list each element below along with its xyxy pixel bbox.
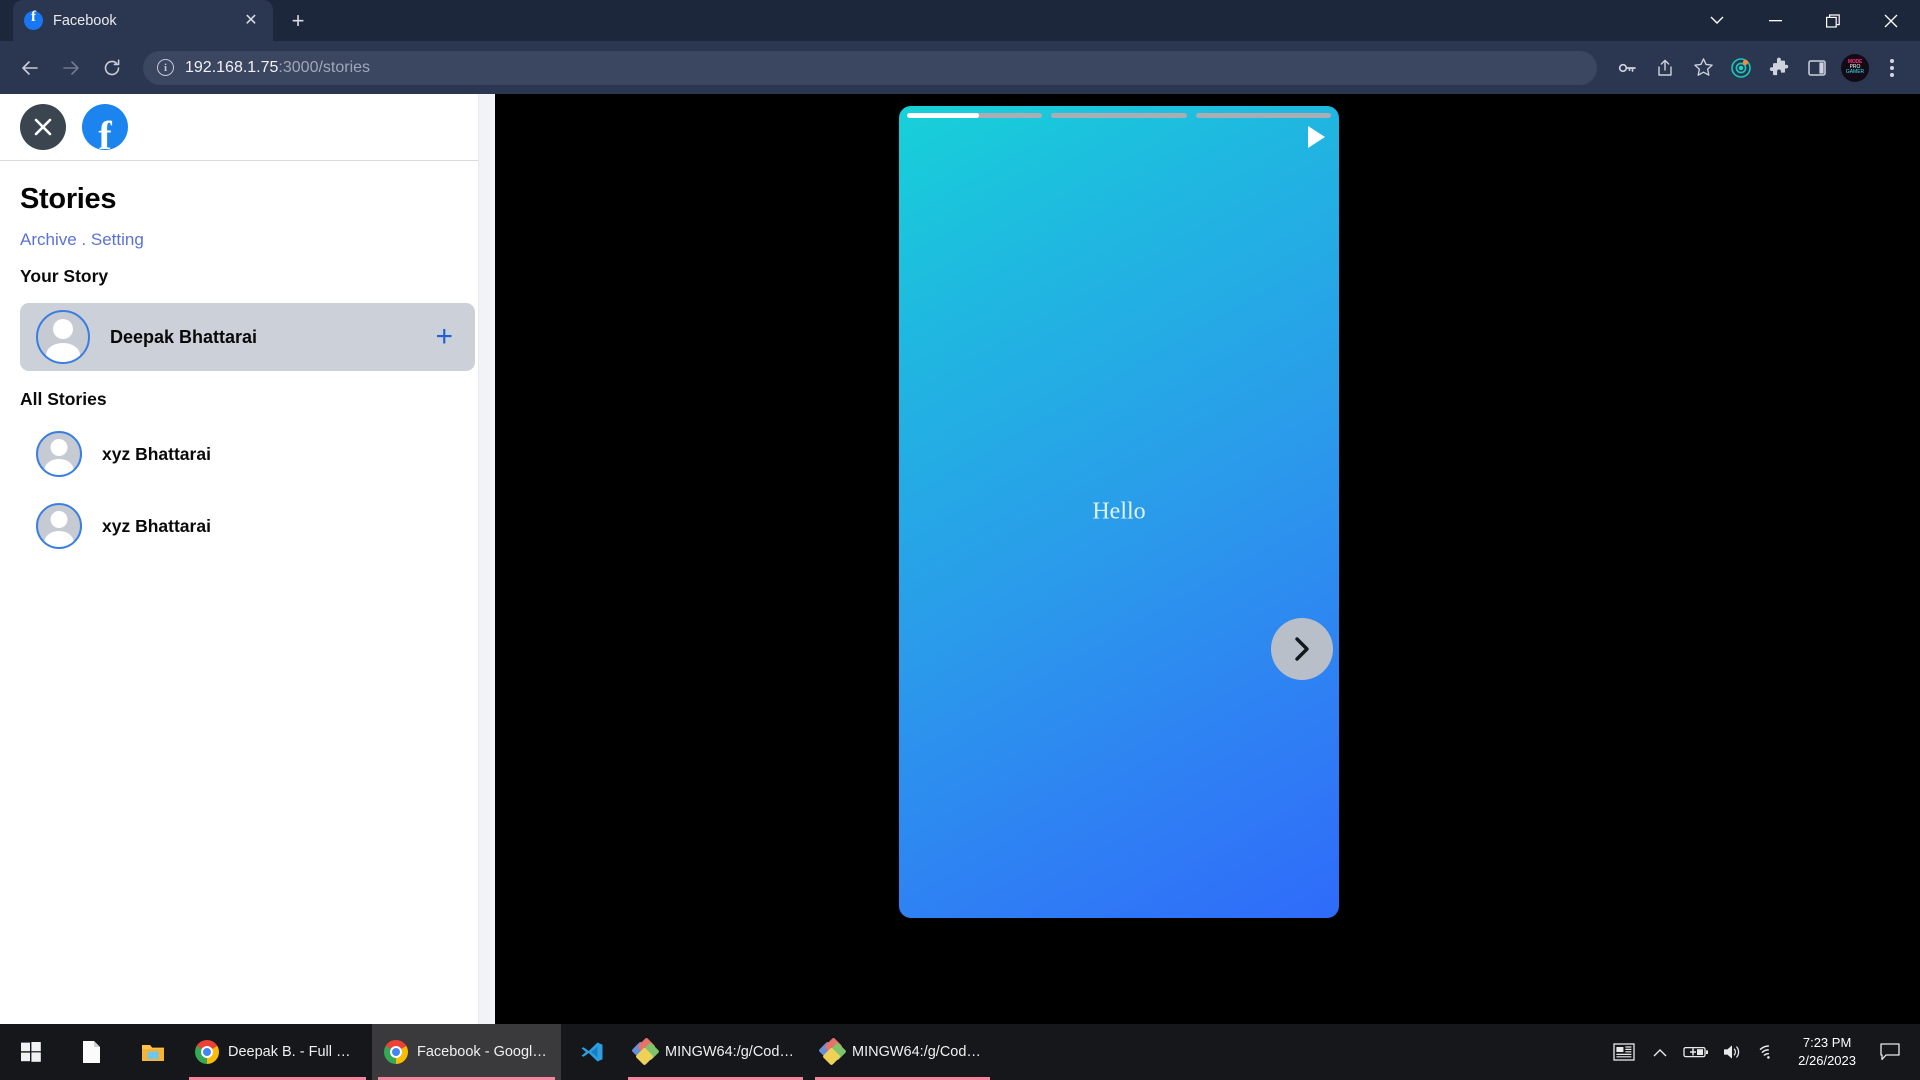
taskbar-items: Deepak B. - Full Sta... Facebook - Googl…: [0, 1024, 996, 1080]
progress-fill: [907, 113, 979, 118]
page-title: Stories: [20, 183, 117, 215]
progress-segment-1[interactable]: [907, 113, 1043, 118]
facebook-logo-icon[interactable]: f: [82, 104, 128, 150]
wifi-icon[interactable]: [1750, 1024, 1786, 1080]
links-separator: .: [76, 230, 91, 249]
add-story-button[interactable]: +: [435, 322, 459, 352]
setting-link[interactable]: Setting: [91, 230, 144, 249]
your-story-heading: Your Story: [20, 266, 109, 286]
chrome-menu-icon[interactable]: [1875, 50, 1909, 86]
taskbar-item-label: Facebook - Google ...: [417, 1044, 549, 1060]
sidebar-links: Archive . Setting: [20, 230, 475, 250]
progress-segment-2[interactable]: [1051, 113, 1187, 118]
url-path: :3000/stories: [278, 58, 371, 76]
share-icon[interactable]: [1647, 50, 1683, 86]
list-item[interactable]: xyz Bhattarai: [20, 498, 475, 554]
facebook-favicon-icon: [24, 9, 43, 30]
url-host: 192.168.1.75: [185, 58, 279, 76]
chrome-icon: [384, 1040, 408, 1064]
show-hidden-icons-chevron-up-icon[interactable]: [1642, 1024, 1678, 1080]
toolbar-icon-group: MODE PRO GAMER: [1609, 50, 1909, 86]
taskbar-item-chrome-facebook[interactable]: Facebook - Google ...: [372, 1024, 561, 1080]
chrome-icon: [195, 1040, 219, 1064]
news-weather-icon[interactable]: [1606, 1024, 1642, 1080]
your-story-card[interactable]: Deepak Bhattarai +: [20, 303, 475, 371]
windows-taskbar: Deepak B. - Full Sta... Facebook - Googl…: [0, 1024, 1920, 1080]
taskbar-item-gitbash-1[interactable]: MINGW64:/g/Codin...: [622, 1024, 809, 1080]
next-story-button[interactable]: [1271, 618, 1333, 680]
sidebar-header: f: [0, 94, 495, 161]
list-item[interactable]: xyz Bhattarai: [20, 426, 475, 482]
taskbar-item-label: MINGW64:/g/Codin...: [665, 1044, 797, 1060]
page-content: f Stories Archive . Setting Your Story D…: [0, 94, 1920, 1024]
taskbar-spacer: [996, 1024, 1606, 1080]
stories-sidebar: f Stories Archive . Setting Your Story D…: [0, 94, 495, 1024]
target-extension-icon[interactable]: [1723, 50, 1759, 86]
profile-avatar-icon[interactable]: MODE PRO GAMER: [1837, 50, 1873, 86]
avatar: [36, 431, 82, 477]
address-bar[interactable]: i 192.168.1.75:3000/stories: [143, 50, 1597, 85]
story-author-name: xyz Bhattarai: [102, 443, 211, 464]
tab-close-icon[interactable]: ✕: [240, 10, 262, 32]
start-button[interactable]: [0, 1024, 61, 1080]
all-stories-heading: All Stories: [20, 389, 107, 409]
browser-tab-facebook[interactable]: Facebook ✕: [13, 0, 273, 41]
window-close-button[interactable]: [1862, 0, 1920, 41]
profile-avatar-badge: MODE PRO GAMER: [1841, 53, 1869, 82]
clock-time: 7:23 PM: [1802, 1035, 1852, 1051]
site-info-icon[interactable]: i: [157, 59, 174, 76]
password-key-icon[interactable]: [1609, 50, 1645, 86]
taskbar-clock[interactable]: 7:23 PM 2/26/2023: [1786, 1024, 1868, 1080]
taskbar-item-label: Deepak B. - Full Sta...: [228, 1044, 360, 1060]
taskbar-item-chrome-deepak[interactable]: Deepak B. - Full Sta...: [183, 1024, 372, 1080]
extensions-puzzle-icon[interactable]: [1761, 50, 1797, 86]
tab-strip: Facebook ✕ +: [0, 0, 1920, 41]
notification-bubble-icon[interactable]: [1868, 1024, 1912, 1080]
story-text: Hello: [1092, 498, 1146, 525]
reload-icon[interactable]: [93, 49, 131, 87]
clock-date: 2/26/2023: [1798, 1053, 1856, 1068]
progress-segment-3[interactable]: [1195, 113, 1331, 118]
url-text: 192.168.1.75:3000/stories: [185, 59, 370, 77]
minimize-button[interactable]: [1746, 0, 1804, 41]
back-arrow-icon[interactable]: [11, 49, 49, 87]
story-card[interactable]: Hello: [899, 106, 1339, 918]
side-panel-icon[interactable]: [1799, 50, 1835, 86]
archive-link[interactable]: Archive: [20, 230, 77, 249]
gitbash-icon: [631, 1037, 660, 1066]
close-stories-button[interactable]: [20, 104, 66, 150]
bookmark-star-icon[interactable]: [1685, 50, 1721, 86]
tab-title: Facebook: [53, 12, 117, 29]
profile-badge-line3: GAMER: [1845, 69, 1865, 76]
sidebar-body: Stories Archive . Setting Your Story Dee…: [0, 161, 495, 554]
avatar: [36, 503, 82, 549]
browser-toolbar: i 192.168.1.75:3000/stories MODE PRO GAM…: [0, 41, 1920, 94]
story-viewer: Hello: [495, 94, 1920, 1024]
window-controls: [1688, 0, 1920, 41]
volume-icon[interactable]: [1714, 1024, 1750, 1080]
tab-search-chevron-down-icon[interactable]: [1688, 0, 1746, 41]
avatar: [36, 310, 90, 364]
system-tray: 7:23 PM 2/26/2023: [1606, 1024, 1920, 1080]
restore-maximize-button[interactable]: [1804, 0, 1862, 41]
gitbash-icon: [818, 1037, 847, 1066]
your-story-name: Deepak Bhattarai: [110, 326, 258, 347]
taskbar-item-file-explorer[interactable]: [122, 1024, 183, 1080]
taskbar-item-label: MINGW64:/g/Codin...: [852, 1044, 984, 1060]
play-icon[interactable]: [1308, 126, 1325, 148]
story-author-name: xyz Bhattarai: [102, 515, 211, 536]
taskbar-item-notepad[interactable]: [61, 1024, 122, 1080]
sidebar-scrollbar[interactable]: [478, 94, 495, 1024]
forward-arrow-icon: [52, 49, 90, 87]
facebook-logo-letter: f: [98, 113, 112, 151]
taskbar-item-gitbash-2[interactable]: MINGW64:/g/Codin...: [809, 1024, 996, 1080]
new-tab-button[interactable]: +: [281, 4, 315, 38]
story-progress-bars: [907, 113, 1331, 118]
battery-charging-icon[interactable]: [1678, 1024, 1714, 1080]
taskbar-item-vscode[interactable]: [561, 1024, 622, 1080]
